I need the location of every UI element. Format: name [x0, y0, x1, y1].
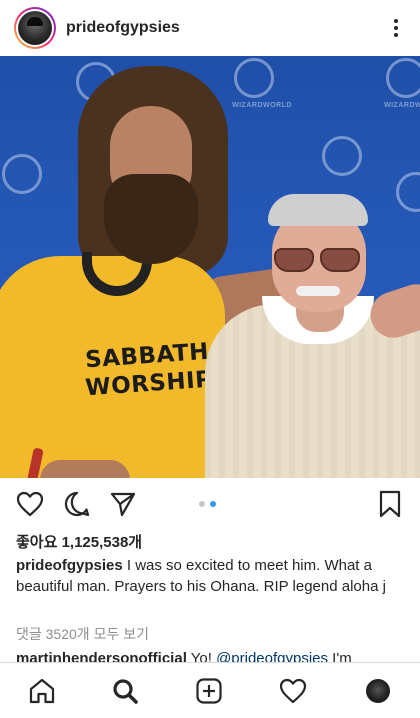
avatar[interactable] [18, 11, 52, 45]
bookmark-icon[interactable] [374, 488, 406, 520]
more-options-icon[interactable] [386, 14, 406, 42]
share-icon[interactable] [107, 488, 139, 520]
carousel-indicator [199, 501, 216, 507]
carousel-dot-active [210, 501, 216, 507]
comment-username[interactable]: martinhendersonofficial [16, 650, 187, 662]
post-photo[interactable]: WIZARDWORLD WIZARDWORLD SABBATH WORSHIP [0, 56, 420, 478]
thumbs-up-hand [40, 460, 130, 478]
tinted-glasses [274, 248, 362, 274]
post-header: prideofgypsies [0, 0, 420, 56]
wizardworld-logo [322, 136, 362, 176]
activity-icon[interactable] [277, 675, 309, 707]
avatar-frame [16, 9, 54, 47]
profile-avatar [366, 679, 390, 703]
new-post-icon[interactable] [193, 675, 225, 707]
like-count[interactable]: 좋아요 1,125,538개 [16, 531, 142, 552]
view-all-comments-link[interactable]: 댓글 3520개 모두 보기 [16, 624, 149, 644]
shirt-print: SABBATH WORSHIP [76, 337, 220, 403]
mustache [296, 286, 340, 296]
banner-text: WIZARDWORLD [384, 102, 420, 109]
comment-text-rest: I'm [328, 650, 352, 662]
carousel-dot [199, 501, 205, 507]
older-man-hair [268, 194, 368, 226]
wizardworld-logo [234, 58, 274, 98]
wizardworld-logo [2, 154, 42, 194]
story-ring[interactable] [14, 7, 56, 49]
man-beard [104, 174, 198, 264]
wizardworld-logo [396, 172, 420, 212]
caption-username[interactable]: prideofgypsies [16, 557, 123, 574]
comment-mention[interactable]: @prideofgypsies [216, 650, 328, 662]
profile-icon[interactable] [362, 675, 394, 707]
comment-text: Yo! [186, 650, 217, 662]
banner-text: WIZARDWORLD [232, 102, 292, 109]
search-icon[interactable] [109, 675, 141, 707]
comment-icon[interactable] [61, 488, 93, 520]
comment-preview: martinhendersonofficial Yo! @prideofgyps… [16, 648, 420, 662]
post-actions [0, 478, 420, 530]
post-caption: prideofgypsies I was so excited to meet … [16, 555, 406, 597]
home-icon[interactable] [26, 675, 58, 707]
post-username[interactable]: prideofgypsies [66, 19, 180, 37]
wizardworld-logo [386, 58, 420, 98]
heart-icon[interactable] [14, 488, 46, 520]
bottom-nav [0, 662, 420, 718]
